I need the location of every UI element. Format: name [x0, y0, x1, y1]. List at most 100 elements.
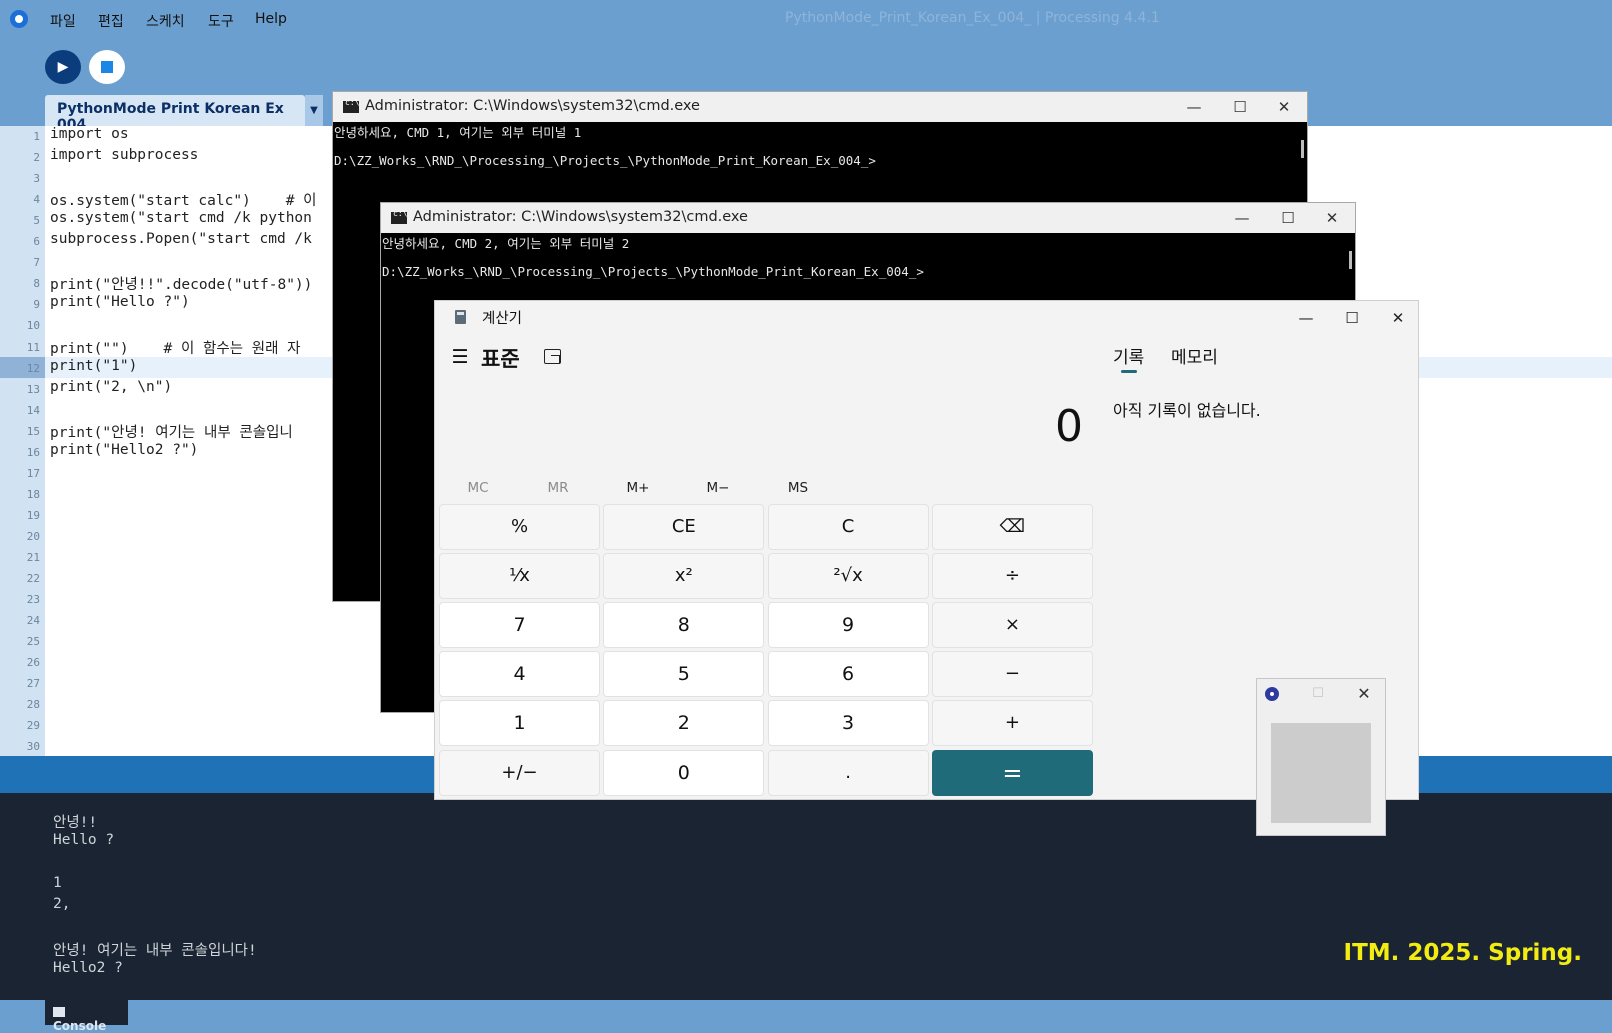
- divide-button[interactable]: ÷: [931, 553, 1093, 600]
- decimal-button[interactable]: .: [767, 749, 929, 796]
- console-line: Hello ?: [53, 832, 115, 849]
- line-number: 23: [26, 593, 40, 607]
- code-line[interactable]: subprocess.Popen("start cmd /k: [50, 231, 321, 247]
- line-number: 5: [33, 214, 40, 228]
- code-line[interactable]: import os: [50, 126, 129, 142]
- equals-button[interactable]: =: [931, 749, 1093, 796]
- close-button[interactable]: ✕: [1375, 306, 1421, 330]
- square-button[interactable]: x²: [603, 553, 765, 600]
- calculator-display: 0: [1055, 401, 1083, 452]
- line-number: 19: [26, 508, 40, 522]
- backspace-button[interactable]: ⌫: [931, 504, 1093, 550]
- minimize-button[interactable]: —: [1171, 95, 1217, 119]
- maximize-button[interactable]: ☐: [1217, 95, 1263, 119]
- multiply-button[interactable]: ×: [931, 602, 1093, 649]
- sketch-canvas[interactable]: [1271, 723, 1371, 823]
- minimize-button[interactable]: —: [1219, 206, 1265, 230]
- digit-8-button[interactable]: 8: [603, 602, 765, 649]
- line-number: 24: [26, 614, 40, 628]
- menu-tools[interactable]: 도구: [208, 11, 234, 31]
- menu-sketch[interactable]: 스케치: [146, 11, 185, 31]
- line-number: 3: [33, 172, 40, 186]
- line-number: 29: [26, 719, 40, 733]
- digit-9-button[interactable]: 9: [767, 602, 929, 649]
- maximize-button[interactable]: ☐: [1329, 306, 1375, 330]
- cmd-2-scrollbar[interactable]: [1349, 251, 1352, 269]
- close-button[interactable]: ✕: [1352, 683, 1376, 705]
- negate-button[interactable]: +/−: [439, 749, 600, 796]
- cmd-2-prompt[interactable]: D:\ZZ_Works_\RND_\Processing_\Projects_\…: [382, 264, 924, 279]
- stop-button[interactable]: [89, 50, 125, 84]
- memory-subtract-button[interactable]: M−: [688, 480, 748, 496]
- menu-file[interactable]: 파일: [50, 11, 76, 31]
- memory-clear-button[interactable]: MC: [448, 480, 508, 496]
- code-line[interactable]: print("Hello2 ?"): [50, 442, 198, 458]
- digit-6-button[interactable]: 6: [767, 651, 929, 698]
- line-number: 20: [26, 529, 40, 543]
- console-line: 2,: [53, 896, 71, 913]
- console-tab[interactable]: Console: [45, 1000, 128, 1033]
- subtract-button[interactable]: −: [931, 651, 1093, 698]
- code-line[interactable]: print("안녕!!".decode("utf-8")): [50, 273, 312, 294]
- memory-recall-button[interactable]: MR: [528, 480, 588, 496]
- cmd-1-prompt[interactable]: D:\ZZ_Works_\RND_\Processing_\Projects_\…: [334, 153, 876, 168]
- digit-7-button[interactable]: 7: [439, 602, 600, 649]
- close-button[interactable]: ✕: [1261, 95, 1307, 119]
- run-button[interactable]: ▶: [45, 50, 81, 84]
- line-number: 21: [26, 551, 40, 564]
- calculator-title: 계산기: [482, 311, 523, 327]
- footer-bar: [0, 1000, 1612, 1032]
- code-line[interactable]: os.system("start cmd /k python: [50, 210, 312, 226]
- tab-history[interactable]: 기록: [1113, 343, 1144, 368]
- menu-edit[interactable]: 편집: [98, 11, 124, 31]
- tab-memory[interactable]: 메모리: [1171, 343, 1218, 368]
- keep-on-top-icon[interactable]: [544, 349, 561, 364]
- tab-menu-arrow-icon[interactable]: ▼: [305, 95, 323, 126]
- maximize-button[interactable]: ☐: [1265, 206, 1311, 230]
- line-number: 28: [26, 698, 40, 712]
- terminal-icon: [343, 98, 359, 113]
- line-number: 9: [33, 298, 40, 312]
- window-title: PythonMode_Print_Korean_Ex_004_ | Proces…: [785, 10, 1160, 26]
- code-line[interactable]: print("안녕! 여기는 내부 콘솔입니: [50, 421, 293, 442]
- memory-add-button[interactable]: M+: [608, 480, 668, 496]
- line-number: 16: [26, 445, 40, 459]
- reciprocal-button[interactable]: ⅟x: [439, 553, 600, 600]
- sketch-window[interactable]: ☐ ✕: [1256, 678, 1386, 836]
- digit-2-button[interactable]: 2: [603, 700, 765, 747]
- percent-button[interactable]: %: [439, 504, 600, 550]
- console-line: 안녕! 여기는 내부 콘솔입니다!: [53, 942, 257, 959]
- clear-button[interactable]: C: [767, 504, 929, 550]
- close-button[interactable]: ✕: [1309, 206, 1355, 230]
- code-line[interactable]: print("") # 이 함수는 원래 자: [50, 337, 301, 358]
- digit-1-button[interactable]: 1: [439, 700, 600, 747]
- line-number: 18: [26, 487, 40, 501]
- add-button[interactable]: +: [931, 700, 1093, 747]
- digit-5-button[interactable]: 5: [603, 651, 765, 698]
- code-line[interactable]: os.system("start calc") # 이: [50, 189, 317, 210]
- line-number: 8: [33, 277, 40, 291]
- line-number: 11: [26, 340, 40, 354]
- square-root-button[interactable]: ²√x: [767, 553, 929, 600]
- code-line[interactable]: print("1"): [50, 358, 137, 374]
- console-tab-label: Console: [53, 1019, 107, 1033]
- minimize-button[interactable]: —: [1283, 306, 1329, 330]
- clear-entry-button[interactable]: CE: [603, 504, 765, 550]
- hamburger-menu-icon[interactable]: ☰: [448, 345, 472, 369]
- cmd-1-title-bar[interactable]: Administrator: C:\Windows\system32\cmd.e…: [333, 92, 1307, 122]
- digit-3-button[interactable]: 3: [767, 700, 929, 747]
- cmd-1-scrollbar[interactable]: [1301, 140, 1304, 158]
- memory-store-button[interactable]: MS: [768, 480, 828, 496]
- digit-0-button[interactable]: 0: [603, 749, 765, 796]
- editor-tab[interactable]: PythonMode Print Korean Ex 004: [45, 95, 305, 133]
- menu-help[interactable]: Help: [255, 11, 287, 27]
- calculator-icon: [455, 310, 466, 324]
- line-number: 17: [26, 466, 40, 480]
- cmd-2-title-bar[interactable]: Administrator: C:\Windows\system32\cmd.e…: [381, 203, 1355, 233]
- console-line: 1: [53, 874, 62, 891]
- history-empty-message: 아직 기록이 없습니다.: [1113, 401, 1261, 420]
- code-line[interactable]: import subprocess: [50, 147, 198, 163]
- digit-4-button[interactable]: 4: [439, 651, 600, 698]
- code-line[interactable]: print("2, \n"): [50, 379, 172, 395]
- code-line[interactable]: print("Hello ?"): [50, 294, 190, 310]
